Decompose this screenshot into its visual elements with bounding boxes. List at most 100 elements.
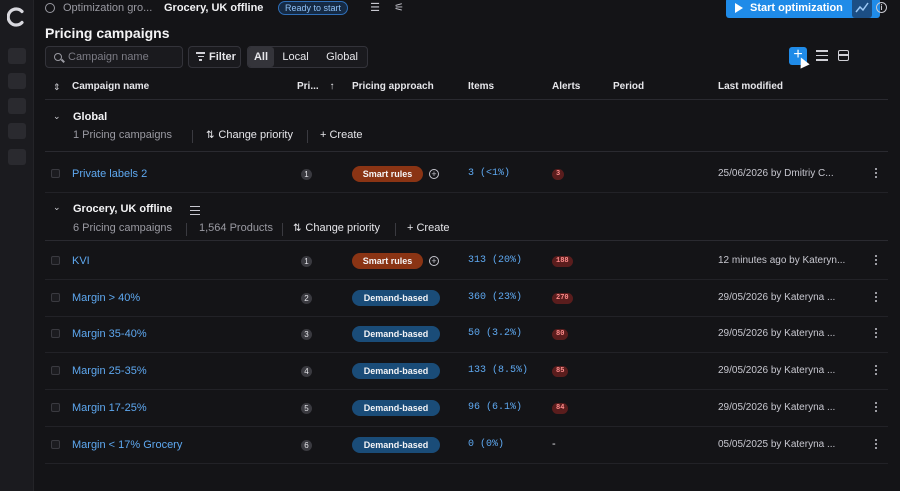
app-logo-icon[interactable] [7,7,27,27]
info-icon[interactable]: i [876,2,887,13]
more-actions-icon[interactable] [874,402,878,414]
more-actions-icon[interactable] [874,328,878,340]
chevron-down-icon[interactable]: ⌄ [53,111,61,122]
table-row[interactable]: Margin 17-25% 5 Demand-based 96 (6.1%) 8… [45,390,888,427]
table-view-icon[interactable] [838,50,849,61]
group-title: Grocery, UK offline [73,203,173,215]
group-product-count: 1,564 Products [199,222,273,234]
tab-all[interactable]: All [248,47,274,67]
divider [395,223,396,236]
row-checkbox[interactable] [51,440,60,449]
chevron-down-icon[interactable]: ⌄ [53,202,61,213]
row-checkbox[interactable] [51,256,60,265]
priority-badge: 6 [301,440,312,451]
priority-badge: 3 [301,329,312,340]
alerts-badge[interactable]: 80 [552,329,569,340]
pricing-approach-badge: Demand-based [352,363,440,379]
menu-icon[interactable]: ☰ [368,2,382,14]
sort-up-icon: ↑ [329,81,335,92]
row-checkbox[interactable] [51,169,60,178]
col-pricing-approach[interactable]: Pricing approach [352,81,434,92]
pricing-approach-badge: Demand-based [352,290,440,306]
list-icon[interactable] [190,206,200,215]
filter-label: Filter [209,51,236,63]
alerts-badge[interactable]: 84 [552,403,569,414]
campaign-name-link[interactable]: Margin < 17% Grocery [72,439,182,451]
alerts-badge[interactable]: 3 [552,169,565,180]
group-header-grocery: ⌄ Grocery, UK offline 6 Pricing campaign… [45,193,888,241]
pricing-approach-badge: Smart rules [352,166,423,182]
tab-local[interactable]: Local [274,47,317,67]
pricing-approach-badge: Demand-based [352,326,440,342]
more-actions-icon[interactable] [874,292,878,304]
row-checkbox[interactable] [51,329,60,338]
table-row[interactable]: Margin 25-35% 4 Demand-based 133 (8.5%) … [45,353,888,390]
group-campaign-count: 1 Pricing campaigns [73,129,173,141]
alerts-badge[interactable]: 85 [552,366,569,377]
items-link[interactable]: 3 (<1%) [468,168,510,179]
rail-nav-item[interactable] [8,123,26,139]
list-view-icon[interactable] [816,50,828,61]
row-checkbox[interactable] [51,366,60,375]
breadcrumb-parent[interactable]: Optimization gro... [63,2,152,14]
col-campaign-name[interactable]: Campaign name [72,81,149,92]
rail-nav-item[interactable] [8,98,26,114]
items-link[interactable]: 313 (20%) [468,255,522,266]
more-actions-icon[interactable] [874,439,878,451]
items-link[interactable]: 0 (0%) [468,439,504,450]
settings-sliders-icon[interactable]: ⚟ [392,2,406,14]
rail-nav-item[interactable] [8,48,26,64]
items-link[interactable]: 133 (8.5%) [468,365,528,376]
start-optimization-label: Start optimization [750,2,843,14]
table-row[interactable]: KVI 1 Smart rules + 313 (20%) 188 12 min… [45,243,888,280]
create-button[interactable]: + Create [407,222,450,234]
col-alerts[interactable]: Alerts [552,81,580,92]
page-title: Pricing campaigns [45,25,170,41]
tab-global[interactable]: Global [317,47,367,67]
campaign-name-link[interactable]: KVI [72,255,90,267]
table-row[interactable]: Margin > 40% 2 Demand-based 360 (23%) 27… [45,280,888,317]
change-priority-button[interactable]: ⇅ Change priority [206,129,293,141]
campaign-name-link[interactable]: Margin 17-25% [72,402,147,414]
campaign-name-link[interactable]: Private labels 2 [72,168,147,180]
last-modified: 29/05/2026 by Kateryna ... [718,402,836,413]
more-actions-icon[interactable] [874,255,878,267]
sort-arrows-icon[interactable]: ⇕ [53,83,61,92]
divider [186,223,187,236]
col-priority[interactable]: Pri... ↑ [297,81,334,92]
col-items[interactable]: Items [468,81,494,92]
search-input[interactable] [68,50,178,64]
chart-toggle-button[interactable] [852,0,872,18]
change-priority-button[interactable]: ⇅ Change priority [293,222,380,234]
filter-button[interactable]: Filter [188,46,241,68]
alerts-badge[interactable]: 270 [552,293,573,304]
campaign-name-link[interactable]: Margin 35-40% [72,328,147,340]
scope-tabs: All Local Global [247,46,368,68]
row-checkbox[interactable] [51,403,60,412]
table-row[interactable]: Margin 35-40% 3 Demand-based 50 (3.2%) 8… [45,316,888,353]
priority-badge: 5 [301,403,312,414]
change-priority-label: Change priority [305,222,380,234]
add-circle-icon[interactable]: + [429,256,439,266]
table-row[interactable]: Private labels 2 1 Smart rules + 3 (<1%)… [45,156,888,193]
group-title: Global [73,111,108,123]
rail-nav-item[interactable] [8,73,26,89]
search-field[interactable] [45,46,183,68]
status-badge: Ready to start [278,1,349,15]
add-circle-icon[interactable]: + [429,169,439,179]
items-link[interactable]: 96 (6.1%) [468,402,522,413]
rail-nav-item[interactable] [8,149,26,165]
create-button[interactable]: + Create [320,129,363,141]
divider [192,130,193,143]
alerts-badge[interactable]: 188 [552,256,573,267]
items-link[interactable]: 360 (23%) [468,292,522,303]
row-checkbox[interactable] [51,293,60,302]
more-actions-icon[interactable] [874,365,878,377]
items-link[interactable]: 50 (3.2%) [468,328,522,339]
campaign-name-link[interactable]: Margin 25-35% [72,365,147,377]
table-row[interactable]: Margin < 17% Grocery 6 Demand-based 0 (0… [45,427,888,464]
col-period[interactable]: Period [613,81,644,92]
col-last-modified[interactable]: Last modified [718,81,783,92]
campaign-name-link[interactable]: Margin > 40% [72,292,140,304]
more-actions-icon[interactable] [874,168,878,180]
